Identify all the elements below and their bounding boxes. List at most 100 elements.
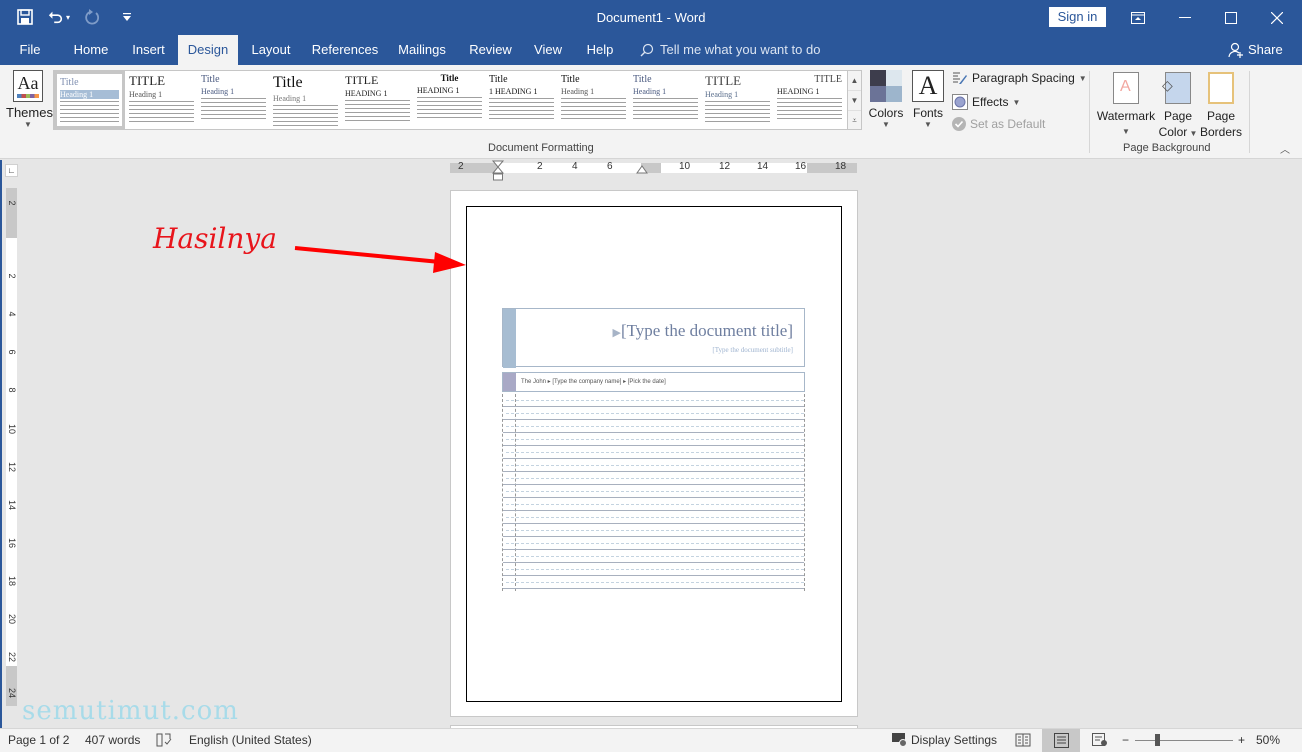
- colors-button[interactable]: Colors ▼: [868, 70, 904, 129]
- web-layout-button[interactable]: [1092, 733, 1108, 750]
- tab-view[interactable]: View: [528, 35, 568, 65]
- style-set-item[interactable]: Title Heading 1: [54, 71, 125, 129]
- ruled-line: [503, 433, 804, 446]
- style-set-heading: HEADING 1: [777, 87, 820, 96]
- style-set-item[interactable]: Title Heading 1: [198, 71, 269, 129]
- watermark-icon: A: [1113, 72, 1139, 104]
- ruled-line: [503, 511, 804, 524]
- display-settings-button[interactable]: Display Settings: [892, 733, 997, 747]
- watermark-button[interactable]: A Watermark ▼: [1096, 72, 1156, 140]
- style-set-title: Title: [633, 74, 652, 85]
- display-settings-icon: [892, 733, 907, 747]
- fonts-button[interactable]: A Fonts ▼: [910, 70, 946, 129]
- ruler-tick-label: 6: [7, 349, 17, 355]
- style-set-item[interactable]: Title Heading 1: [630, 71, 701, 129]
- print-layout-button[interactable]: [1042, 729, 1080, 752]
- zoom-in-button[interactable]: +: [1238, 733, 1245, 747]
- document-subtitle-placeholder[interactable]: [Type the document subtitle]: [712, 346, 793, 354]
- right-indent-marker[interactable]: [636, 163, 648, 175]
- paragraph-spacing-button[interactable]: Paragraph Spacing ▼: [952, 71, 1087, 85]
- gallery-scroll-up-button[interactable]: ▲: [848, 71, 861, 91]
- minimize-button[interactable]: [1162, 0, 1208, 35]
- tab-references[interactable]: References: [306, 35, 384, 65]
- tab-design[interactable]: Design: [178, 35, 238, 65]
- style-set-heading: Heading 1: [561, 87, 595, 96]
- tab-insert[interactable]: Insert: [126, 35, 171, 65]
- status-bar: Page 1 of 2 407 words English (United St…: [0, 728, 1302, 752]
- ruler-tick-label: 12: [7, 461, 17, 472]
- zoom-slider-track[interactable]: [1135, 740, 1233, 741]
- gallery-scroll-down-button[interactable]: ▼: [848, 91, 861, 111]
- indent-markers[interactable]: [491, 160, 505, 182]
- group-separator: [1249, 71, 1250, 153]
- ruler-tick-label: 18: [7, 575, 17, 586]
- sign-in-button[interactable]: Sign in: [1049, 7, 1106, 27]
- save-icon[interactable]: [14, 6, 36, 28]
- read-mode-button[interactable]: [1015, 733, 1031, 750]
- tab-help[interactable]: Help: [578, 35, 622, 65]
- maximize-button[interactable]: [1208, 0, 1254, 35]
- style-set-item[interactable]: Title Heading 1: [270, 71, 341, 129]
- effects-dropdown-icon: ▼: [1012, 97, 1021, 107]
- tab-selector[interactable]: ∟: [5, 164, 18, 177]
- undo-icon[interactable]: ▾: [48, 6, 70, 28]
- language[interactable]: English (United States): [189, 733, 312, 747]
- vertical-ruler[interactable]: 2 2 4 6 8 10 12 14 16 18 20 22 24: [6, 188, 17, 706]
- word-count[interactable]: 407 words: [85, 733, 140, 747]
- style-set-item[interactable]: TITLE HEADING 1: [774, 71, 845, 129]
- set-as-default-label: Set as Default: [970, 117, 1046, 131]
- style-set-item[interactable]: Title 1 HEADING 1: [486, 71, 557, 129]
- paragraph-spacing-icon: [953, 72, 967, 84]
- page-count[interactable]: Page 1 of 2: [8, 733, 69, 747]
- tab-layout[interactable]: Layout: [246, 35, 296, 65]
- undo-dropdown-icon[interactable]: ▾: [66, 13, 70, 22]
- zoom-level[interactable]: 50%: [1256, 733, 1280, 747]
- tell-me-search[interactable]: Tell me what you want to do: [640, 35, 820, 65]
- style-set-title: Title: [561, 74, 580, 85]
- style-set-heading: Heading 1: [273, 93, 307, 103]
- style-set-item[interactable]: Title Heading 1: [558, 71, 629, 129]
- zoom-out-button[interactable]: −: [1122, 733, 1129, 747]
- ruler-tick-label: 10: [679, 161, 691, 172]
- set-as-default-button[interactable]: Set as Default: [952, 117, 1045, 131]
- lightbulb-search-icon: [640, 43, 654, 57]
- page-borders-button[interactable]: Page Borders: [1199, 72, 1243, 140]
- zoom-slider-thumb[interactable]: [1155, 734, 1160, 746]
- share-button[interactable]: Share: [1228, 35, 1283, 65]
- style-set-item[interactable]: TITLE Heading 1: [126, 71, 197, 129]
- style-set-body-preview: [417, 96, 482, 119]
- cover-page-template: ▶[Type the document title] [Type the doc…: [502, 308, 805, 591]
- style-set-item[interactable]: TITLE HEADING 1: [342, 71, 413, 129]
- document-title-placeholder[interactable]: ▶[Type the document title]: [612, 321, 793, 341]
- page-color-icon: ◇: [1162, 72, 1191, 104]
- customize-qat-icon[interactable]: [116, 6, 138, 28]
- style-set-item[interactable]: Title HEADING 1: [414, 71, 485, 129]
- ruler-right-margin: [807, 163, 857, 173]
- meta-line[interactable]: The John ▸ [Type the company name] ▸ [Pi…: [521, 378, 666, 385]
- tab-file[interactable]: File: [10, 35, 50, 65]
- gallery-more-button[interactable]: ⩡: [848, 111, 861, 131]
- collapse-ribbon-button[interactable]: ︿: [1280, 141, 1290, 156]
- themes-dropdown-icon: ▼: [24, 120, 32, 129]
- theme-colors-icon: [870, 70, 902, 102]
- page-color-button[interactable]: ◇ Page Color ▼: [1157, 72, 1199, 142]
- tab-mailings[interactable]: Mailings: [392, 35, 452, 65]
- style-set-gallery[interactable]: Title Heading 1 TITLE Heading 1 Title Heading…: [53, 70, 848, 130]
- proofing-icon[interactable]: [156, 733, 172, 750]
- effects-button[interactable]: Effects ▼: [952, 94, 1020, 110]
- tab-review[interactable]: Review: [463, 35, 518, 65]
- document-title: Document1 - Word: [596, 10, 706, 25]
- style-set-item[interactable]: TITLE Heading 1: [702, 71, 773, 129]
- horizontal-ruler[interactable]: 2 2 4 6 10 12 14 16 18: [450, 161, 857, 173]
- tab-home[interactable]: Home: [66, 35, 116, 65]
- ribbon-display-options-button[interactable]: [1115, 0, 1161, 35]
- fonts-dropdown-icon: ▼: [924, 120, 932, 129]
- close-button[interactable]: [1254, 0, 1300, 35]
- style-set-heading: 1 HEADING 1: [489, 87, 538, 96]
- colors-dropdown-icon: ▼: [882, 120, 890, 129]
- colors-label: Colors: [868, 106, 904, 120]
- themes-button[interactable]: Aa Themes ▼: [6, 70, 53, 140]
- window-left-edge: [0, 160, 2, 728]
- ruler-tick-label: 4: [572, 161, 578, 172]
- style-set-heading: Heading 1: [633, 87, 667, 96]
